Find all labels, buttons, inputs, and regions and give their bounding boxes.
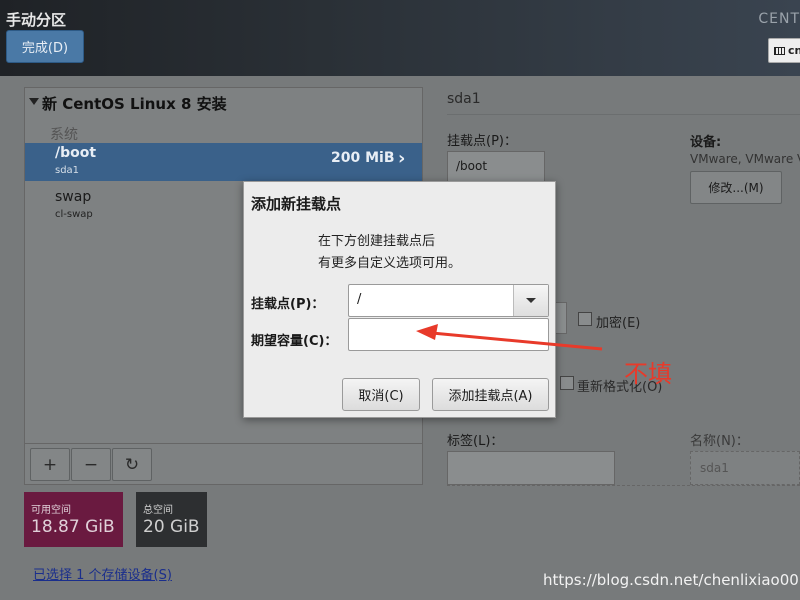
label-input[interactable] — [447, 451, 615, 485]
partition-device: sda1 — [55, 165, 80, 176]
chevron-right-icon: › — [398, 148, 406, 169]
dropdown-button[interactable] — [513, 285, 548, 316]
product-label: CENT — [758, 11, 800, 27]
done-button[interactable]: 完成(D) — [6, 30, 84, 63]
refresh-icon: ↻ — [124, 454, 140, 475]
partition-name[interactable]: swap — [55, 189, 91, 205]
available-space-label: 可用空间 — [31, 505, 71, 516]
plus-icon: + — [42, 454, 58, 475]
dialog-description: 在下方创建挂载点后 — [318, 234, 436, 249]
total-space-label: 总空间 — [143, 505, 173, 516]
mount-point-label: 挂载点(P)： — [447, 134, 517, 149]
name-field-label: 名称(N)： — [690, 434, 749, 449]
reformat-checkbox[interactable] — [560, 376, 574, 390]
expander-icon[interactable] — [29, 98, 39, 105]
mount-point-field[interactable]: /boot — [447, 151, 545, 184]
keyboard-layout-button[interactable]: cn — [768, 38, 800, 63]
device-label: 设备: — [690, 135, 722, 150]
add-partition-button[interactable]: + — [30, 448, 70, 481]
name-input[interactable]: sda1 — [690, 451, 800, 485]
top-bar — [0, 0, 800, 76]
partition-name: /boot — [55, 145, 97, 161]
section-label: 系统 — [50, 127, 78, 143]
label-field-label: 标签(L)： — [447, 434, 504, 449]
keyboard-icon — [774, 46, 785, 55]
divider — [447, 485, 800, 486]
refresh-button[interactable]: ↻ — [112, 448, 152, 481]
capacity-label: 期望容量(C)： — [251, 334, 338, 349]
total-space-box: 总空间 20 GiB — [136, 492, 207, 547]
add-mount-point-button[interactable]: 添加挂载点(A) — [432, 378, 549, 411]
mount-point-label: 挂载点(P)： — [251, 297, 325, 312]
partition-device: cl-swap — [55, 209, 93, 220]
chevron-down-icon — [526, 298, 536, 303]
modify-button[interactable]: 修改...(M) — [690, 171, 782, 204]
detail-title: sda1 — [447, 91, 481, 107]
dialog-description: 有更多自定义选项可用。 — [318, 256, 462, 271]
capacity-input[interactable] — [348, 318, 549, 351]
keyboard-layout-label: cn — [788, 44, 800, 57]
mount-point-value: / — [357, 292, 362, 307]
available-space-value: 18.87 GiB — [31, 517, 115, 537]
annotation-text: 不填 — [624, 360, 672, 388]
partition-size: 200 MiB — [331, 150, 395, 166]
storage-devices-link[interactable]: 已选择 1 个存储设备(S) — [33, 564, 172, 583]
minus-icon: − — [83, 454, 99, 475]
install-title: 新 CentOS Linux 8 安装 — [42, 95, 227, 113]
encrypt-checkbox[interactable] — [578, 312, 592, 326]
total-space-value: 20 GiB — [143, 517, 200, 537]
device-value: VMware, VMware V — [690, 152, 800, 166]
encrypt-label: 加密(E) — [596, 316, 641, 331]
page-title: 手动分区 — [6, 11, 67, 29]
available-space-box: 可用空间 18.87 GiB — [24, 492, 123, 547]
mount-point-combo[interactable]: / — [348, 284, 549, 317]
remove-partition-button[interactable]: − — [71, 448, 111, 481]
divider — [447, 114, 800, 115]
watermark: https://blog.csdn.net/chenlixiao007 — [543, 571, 800, 589]
cancel-button[interactable]: 取消(C) — [342, 378, 420, 411]
dialog-title: 添加新挂载点 — [251, 195, 342, 213]
